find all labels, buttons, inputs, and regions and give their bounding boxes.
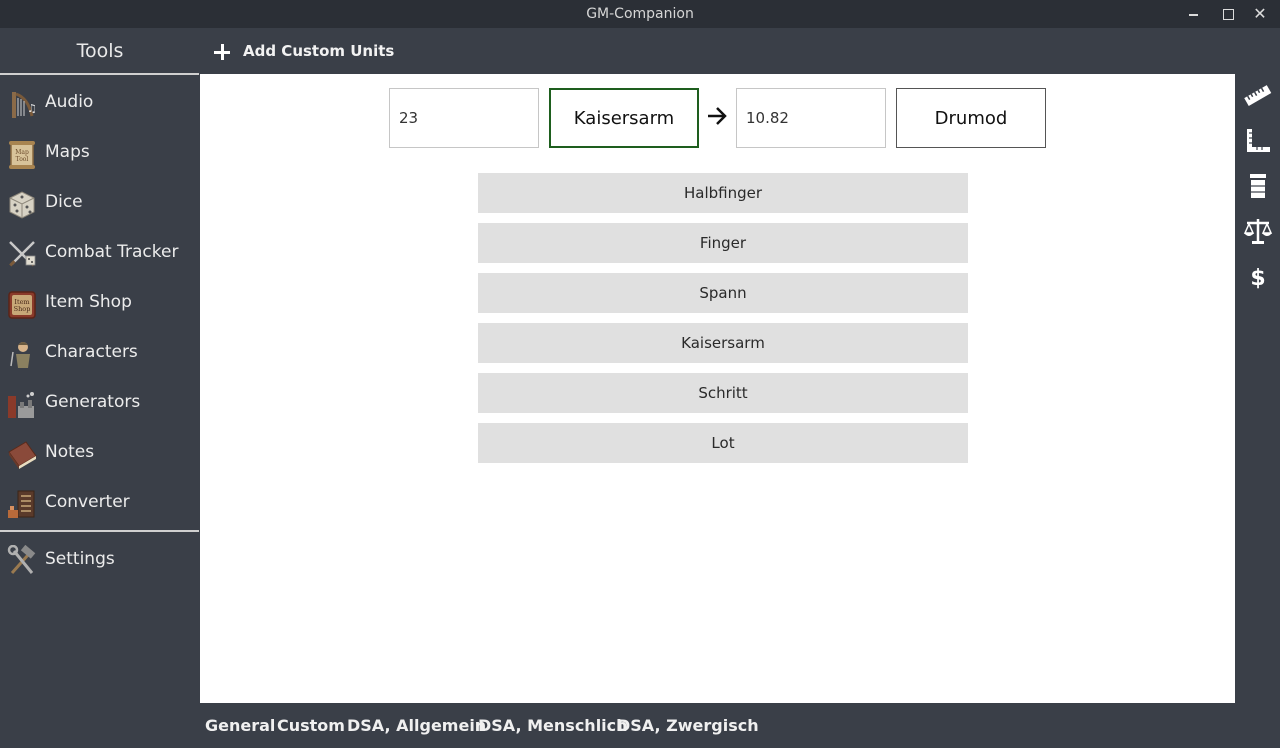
hammer-wrench-icon — [7, 545, 36, 574]
sidebar-item-label: Settings — [45, 549, 115, 569]
from-value-input[interactable] — [390, 89, 538, 147]
sidebar-item-label: Combat Tracker — [45, 242, 179, 262]
notebook-icon — [8, 441, 37, 469]
svg-text:Shop: Shop — [14, 305, 31, 313]
character-icon — [10, 342, 30, 368]
sidebar-item-audio[interactable]: ♫ Audio — [0, 78, 199, 128]
generators-icon — [8, 392, 34, 418]
unit-button-lot[interactable]: Lot — [478, 423, 968, 463]
sidebar-item-item-shop[interactable]: Item Shop Item Shop — [0, 278, 199, 328]
item-shop-sign-icon: Item Shop — [8, 291, 36, 319]
tab-dsa-menschlich[interactable]: DSA, Menschlich — [478, 716, 628, 735]
minimize-button[interactable] — [1184, 4, 1204, 24]
sidebar-title: Tools — [76, 40, 124, 62]
sidebar-item-converter[interactable]: Converter — [0, 478, 199, 528]
sidebar-item-label: Dice — [45, 192, 83, 212]
volume-cup-icon[interactable] — [1242, 170, 1274, 202]
tab-general[interactable]: General — [205, 716, 275, 735]
map-scroll-icon: Map Tool — [9, 141, 35, 169]
sidebar-item-settings[interactable]: Settings — [0, 535, 199, 585]
sidebar-item-maps[interactable]: Map Tool Maps — [0, 128, 199, 178]
sidebar-divider — [0, 530, 199, 532]
svg-text:♫: ♫ — [27, 102, 37, 115]
sidebar-item-notes[interactable]: Notes — [0, 428, 199, 478]
area-square-icon[interactable] — [1242, 125, 1274, 157]
plus-icon — [212, 42, 232, 62]
svg-text:$: $ — [1250, 266, 1265, 291]
sidebar: Tools ♫ Audio Map Tool Maps Dice Combat … — [0, 28, 200, 748]
dice-icon — [9, 191, 35, 219]
tab-dsa-zwergisch[interactable]: DSA, Zwergisch — [617, 716, 759, 735]
to-unit-selector[interactable]: Drumod — [896, 88, 1046, 148]
tab-dsa-allgemein[interactable]: DSA, Allgemein — [347, 716, 486, 735]
svg-text:Map: Map — [15, 149, 29, 156]
to-value-field[interactable] — [736, 88, 886, 148]
harp-icon: ♫ — [12, 92, 37, 118]
crossed-swords-icon — [9, 241, 36, 267]
unit-button-finger[interactable]: Finger — [478, 223, 968, 263]
to-value-input[interactable] — [737, 89, 885, 147]
ruler-icon[interactable] — [1242, 80, 1274, 112]
sidebar-item-label: Maps — [45, 142, 90, 162]
converter-panel: Kaisersarm Drumod Halbfinger Finger Span… — [200, 74, 1235, 703]
dollar-icon[interactable]: $ — [1242, 260, 1274, 292]
unit-button-halbfinger[interactable]: Halbfinger — [478, 173, 968, 213]
title-bar: GM-Companion ✕ — [0, 0, 1280, 28]
scale-weight-icon[interactable] — [1242, 215, 1274, 247]
sidebar-item-characters[interactable]: Characters — [0, 328, 199, 378]
unit-button-spann[interactable]: Spann — [478, 273, 968, 313]
close-button[interactable]: ✕ — [1250, 4, 1270, 24]
sidebar-divider — [0, 73, 199, 75]
sidebar-item-label: Notes — [45, 442, 95, 462]
add-custom-units-label: Add Custom Units — [243, 42, 395, 60]
maximize-button[interactable] — [1218, 4, 1238, 24]
converter-icon — [8, 490, 35, 518]
arrow-right-icon — [708, 107, 727, 125]
sidebar-item-generators[interactable]: Generators — [0, 378, 199, 428]
from-value-field[interactable] — [389, 88, 539, 148]
svg-text:Tool: Tool — [16, 156, 29, 163]
sidebar-item-dice[interactable]: Dice — [0, 178, 199, 228]
window-title: GM-Companion — [586, 6, 694, 22]
sidebar-item-label: Audio — [45, 92, 94, 112]
unit-button-kaisersarm[interactable]: Kaisersarm — [478, 323, 968, 363]
from-unit-selector[interactable]: Kaisersarm — [549, 88, 699, 148]
sidebar-item-label: Item Shop — [45, 292, 132, 312]
tab-custom[interactable]: Custom — [277, 716, 345, 735]
sidebar-item-label: Converter — [45, 492, 130, 512]
unit-button-schritt[interactable]: Schritt — [478, 373, 968, 413]
sidebar-item-label: Characters — [45, 342, 138, 362]
sidebar-item-combat-tracker[interactable]: Combat Tracker — [0, 228, 199, 278]
sidebar-item-label: Generators — [45, 392, 141, 412]
